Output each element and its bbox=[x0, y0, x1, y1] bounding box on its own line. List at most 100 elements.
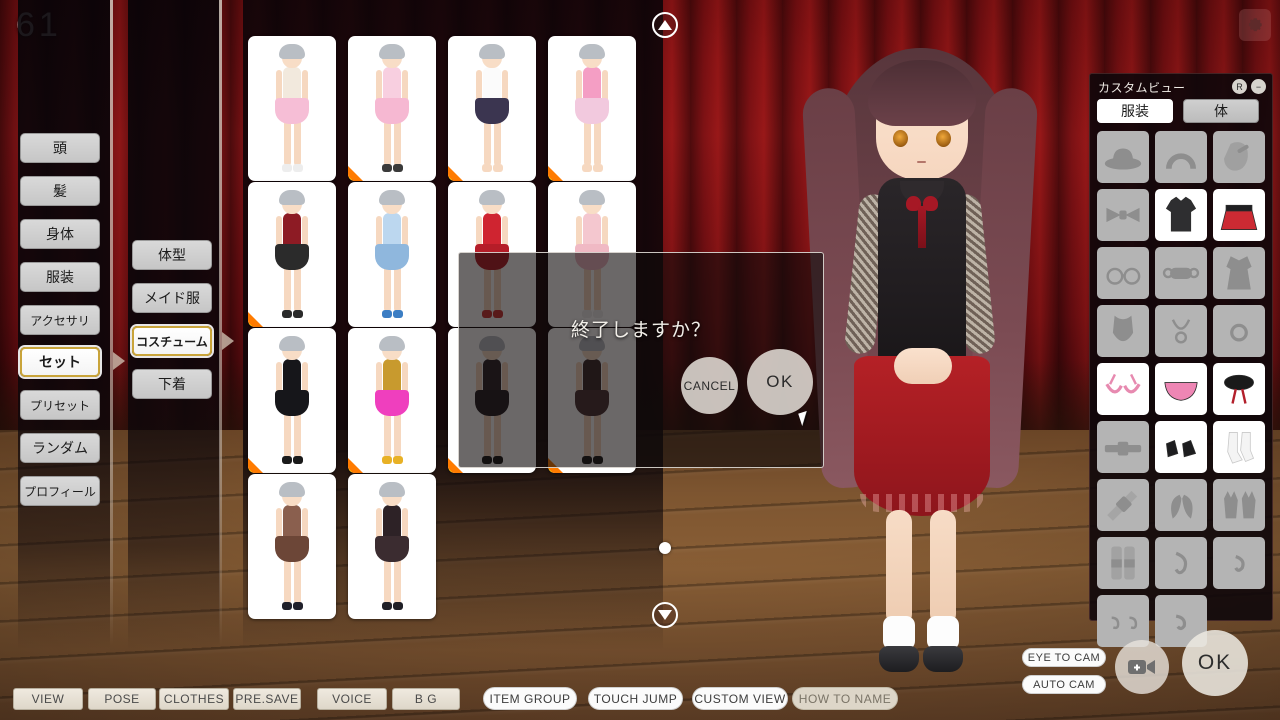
submenu-item-2[interactable]: メイド服 bbox=[132, 283, 212, 313]
reset-icon[interactable]: R bbox=[1232, 79, 1247, 94]
gear-icon bbox=[1248, 18, 1262, 32]
character-ribbon-tail bbox=[918, 206, 926, 248]
scrollbar-handle[interactable] bbox=[659, 542, 671, 554]
custom-view-slot[interactable] bbox=[1097, 363, 1149, 415]
custom-view-slot[interactable] bbox=[1097, 131, 1149, 183]
custom-view-slot[interactable] bbox=[1213, 537, 1265, 589]
costume-thumbnail[interactable] bbox=[348, 474, 436, 619]
add-camera-button[interactable] bbox=[1115, 640, 1169, 694]
custom-view-slot[interactable] bbox=[1097, 247, 1149, 299]
costume-thumbnail[interactable] bbox=[448, 36, 536, 181]
toolbar-button-pre-save[interactable]: PRE.SAVE bbox=[233, 688, 301, 710]
pill-button-how-to-name[interactable]: HOW TO NAME bbox=[792, 687, 898, 710]
legbands-icon bbox=[1111, 546, 1135, 580]
costume-thumbnail[interactable] bbox=[348, 328, 436, 473]
swimsuit-icon bbox=[1112, 315, 1134, 342]
pill-button-touch-jump[interactable]: TOUCH JUMP bbox=[588, 687, 683, 710]
menu-divider-1 bbox=[110, 0, 113, 645]
character-eye-left bbox=[893, 130, 908, 147]
pill-button-custom-view[interactable]: CUSTOM VIEW bbox=[692, 687, 788, 710]
skirt-icon bbox=[1220, 204, 1258, 230]
costume-thumbnail[interactable] bbox=[248, 36, 336, 181]
custom-view-slot[interactable] bbox=[1155, 479, 1207, 531]
settings-button[interactable] bbox=[1239, 9, 1271, 41]
menu-item-9[interactable]: プロフィール bbox=[20, 476, 100, 506]
tab-clothes[interactable]: 服装 bbox=[1097, 99, 1173, 123]
costume-thumbnail[interactable] bbox=[248, 474, 336, 619]
costume-thumbnail[interactable] bbox=[248, 182, 336, 327]
custom-view-slot[interactable] bbox=[1213, 363, 1265, 415]
costume-thumbnail[interactable] bbox=[348, 182, 436, 327]
socks-icon bbox=[1227, 432, 1255, 464]
custom-view-slot[interactable] bbox=[1155, 131, 1207, 183]
custom-view-slot[interactable] bbox=[1155, 537, 1207, 589]
wings-icon bbox=[1171, 494, 1193, 519]
custom-view-slot[interactable] bbox=[1155, 189, 1207, 241]
custom-view-slot[interactable] bbox=[1155, 421, 1207, 473]
toolbar-button-b-g[interactable]: B G bbox=[392, 688, 460, 710]
menu-item-5[interactable]: アクセサリ bbox=[20, 305, 100, 335]
new-item-marker-icon bbox=[348, 458, 363, 473]
toolbar-button-pose[interactable]: POSE bbox=[88, 688, 156, 710]
bowtie-icon bbox=[1106, 207, 1140, 223]
camera-pill-eye-to-cam[interactable]: EYE TO CAM bbox=[1022, 648, 1106, 667]
character-leg-right bbox=[930, 510, 956, 626]
toolbar-button-view[interactable]: VIEW bbox=[13, 688, 83, 710]
scroll-down-button[interactable] bbox=[652, 602, 678, 628]
eyemask-icon bbox=[1162, 267, 1200, 280]
menu-item-1[interactable]: 頭 bbox=[20, 133, 100, 163]
custom-view-slot[interactable] bbox=[1213, 421, 1265, 473]
hairpin-icon bbox=[1224, 142, 1249, 171]
glasses-icon bbox=[1106, 267, 1141, 285]
panty-icon bbox=[1164, 382, 1198, 401]
menu-item-3[interactable]: 身体 bbox=[20, 219, 100, 249]
custom-view-slot[interactable] bbox=[1097, 479, 1149, 531]
custom-view-slot[interactable] bbox=[1213, 479, 1265, 531]
submenu-item-4[interactable]: 下着 bbox=[132, 369, 212, 399]
menu-item-7[interactable]: プリセット bbox=[20, 390, 100, 420]
top-icon bbox=[1165, 196, 1197, 232]
sub-menu-arrow-icon bbox=[222, 332, 234, 350]
costume-thumbnail[interactable] bbox=[248, 328, 336, 473]
custom-view-slot[interactable] bbox=[1155, 305, 1207, 357]
scroll-up-button[interactable] bbox=[652, 12, 678, 38]
pill-button-item-group[interactable]: ITEM GROUP bbox=[483, 687, 577, 710]
game-screen: 61 頭髪身体服装アクセサリセットプリセットランダムプロフィール 体型メイド服コ… bbox=[0, 0, 1280, 720]
camera-pill-auto-cam[interactable]: AUTO CAM bbox=[1022, 675, 1106, 694]
minimize-icon[interactable]: − bbox=[1251, 79, 1266, 94]
custom-view-slot[interactable] bbox=[1155, 247, 1207, 299]
costume-preview-figure bbox=[366, 336, 418, 466]
custom-view-slot[interactable] bbox=[1097, 537, 1149, 589]
custom-view-slot[interactable] bbox=[1097, 421, 1149, 473]
piercing-icon bbox=[1174, 551, 1188, 575]
toolbar-button-voice[interactable]: VOICE bbox=[317, 688, 387, 710]
costume-thumbnail[interactable] bbox=[348, 36, 436, 181]
dialog-cancel-button[interactable]: CANCEL bbox=[681, 357, 738, 414]
custom-view-slot[interactable] bbox=[1097, 305, 1149, 357]
character-sock-right bbox=[927, 616, 959, 650]
submenu-item-1[interactable]: 体型 bbox=[132, 240, 212, 270]
custom-view-slot[interactable] bbox=[1213, 247, 1265, 299]
custom-view-slot[interactable] bbox=[1213, 189, 1265, 241]
hat-icon bbox=[1104, 148, 1142, 170]
costume-thumbnail[interactable] bbox=[548, 36, 636, 181]
menu-item-4[interactable]: 服装 bbox=[20, 262, 100, 292]
tab-body[interactable]: 体 bbox=[1183, 99, 1259, 123]
custom-view-title: カスタムビュー bbox=[1098, 81, 1186, 95]
dialog-ok-button[interactable]: OK bbox=[747, 349, 813, 415]
toolbar-button-clothes[interactable]: CLOTHES bbox=[159, 688, 229, 710]
custom-view-slot[interactable] bbox=[1097, 189, 1149, 241]
character-model[interactable] bbox=[790, 18, 1050, 708]
submenu-item-3[interactable]: コスチューム bbox=[132, 326, 212, 356]
custom-view-slot[interactable] bbox=[1213, 305, 1265, 357]
custom-view-slot[interactable] bbox=[1213, 131, 1265, 183]
menu-item-2[interactable]: 髪 bbox=[20, 176, 100, 206]
costume-preview-figure bbox=[366, 190, 418, 320]
costume-preview-figure bbox=[566, 44, 618, 174]
shoes-icon bbox=[1166, 439, 1197, 458]
costume-preview-figure bbox=[366, 482, 418, 612]
ok-button[interactable]: OK bbox=[1182, 630, 1248, 696]
menu-item-8[interactable]: ランダム bbox=[20, 433, 100, 463]
custom-view-slot[interactable] bbox=[1155, 363, 1207, 415]
menu-item-6[interactable]: セット bbox=[20, 347, 100, 377]
